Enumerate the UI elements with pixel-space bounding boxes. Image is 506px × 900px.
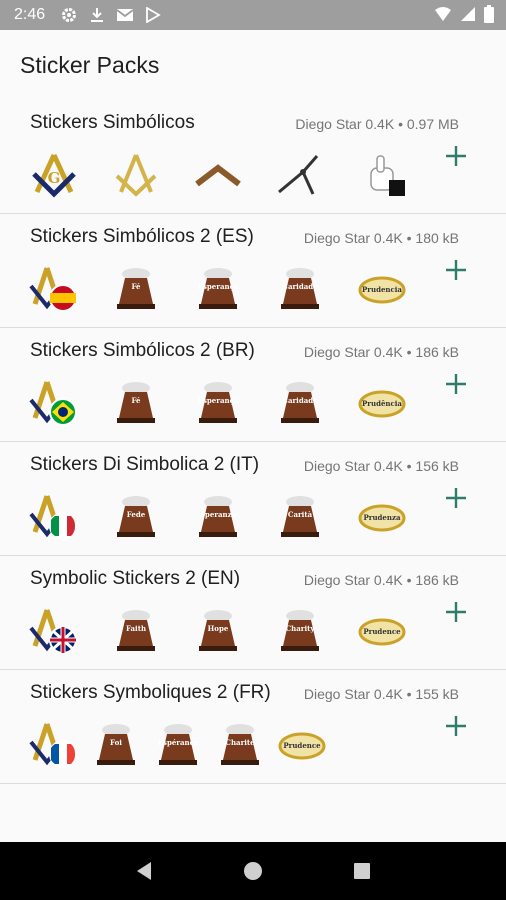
sticker-white-glove: [356, 150, 408, 200]
sticker-compass-flag-fr: [28, 720, 80, 770]
sticker-label: Foi: [110, 738, 122, 747]
mail-icon: [115, 5, 135, 25]
sticker-pedestal: Esperança: [192, 264, 244, 314]
sticker-label: Charity: [285, 624, 315, 633]
sticker-pedestal: Esperança: [192, 378, 244, 428]
sticker-compass-flag-it: [28, 492, 80, 542]
sticker-ring: Prudence: [276, 720, 328, 770]
gear-icon: [59, 5, 79, 25]
sticker-square-compass: [110, 150, 162, 200]
sticker-pack-list: Stickers Simbólicos Diego Star 0.4K • 0.…: [0, 100, 506, 784]
pack-meta: Diego Star 0.4K • 186 kB: [303, 572, 459, 588]
list-empty-space: [0, 784, 506, 842]
navigation-bar: [0, 842, 506, 900]
status-time: 2:46: [14, 6, 46, 23]
page-title: Sticker Packs: [20, 52, 160, 78]
sticker-pedestal: Fé: [110, 378, 162, 428]
sticker-pack-item[interactable]: Stickers Simbólicos 2 (ES) Diego Star 0.…: [0, 214, 506, 328]
sticker-label: Esperança: [197, 396, 239, 405]
download-icon: [87, 5, 107, 25]
add-pack-button[interactable]: [442, 484, 470, 512]
sticker-pedestal: Speranza: [192, 492, 244, 542]
pack-name: Symbolic Stickers 2 (EN): [30, 568, 241, 589]
sticker-pedestal: Caridade: [274, 378, 326, 428]
sticker-compass-flag-es: [28, 264, 80, 314]
sticker-label: Fede: [126, 510, 146, 519]
sticker-label: Prudência: [362, 399, 402, 408]
sticker-pedestal: Foi: [90, 720, 142, 770]
sticker-pack-item[interactable]: Stickers Simbólicos 2 (BR) Diego Star 0.…: [0, 328, 506, 442]
sticker-label: Prudence: [363, 627, 401, 636]
sticker-pedestal: Carità: [274, 492, 326, 542]
pack-meta: Diego Star 0.4K • 186 kB: [303, 344, 459, 360]
pack-meta: Diego Star 0.4K • 180 kB: [303, 230, 459, 246]
sticker-ring: Prudencia: [356, 264, 408, 314]
sticker-compass: [274, 150, 326, 200]
sticker-label: Prudencia: [362, 285, 402, 294]
pack-meta: Diego Star 0.4K • 156 kB: [303, 458, 459, 474]
sticker-label: Caridade: [282, 282, 318, 291]
battery-icon: [484, 5, 494, 28]
add-pack-button[interactable]: [442, 712, 470, 740]
pack-meta: Diego Star 0.4K • 0.97 MB: [295, 116, 459, 132]
sticker-ring: Prudência: [356, 378, 408, 428]
home-icon[interactable]: [238, 856, 268, 886]
pack-name: Stickers Simbólicos 2 (ES): [30, 226, 254, 247]
app-bar: Sticker Packs: [0, 30, 506, 100]
sticker-label: Caridade: [282, 396, 318, 405]
play-store-icon: [143, 5, 163, 25]
status-bar: 2:46: [0, 0, 506, 30]
sticker-pedestal: Caridade: [274, 264, 326, 314]
sticker-square: [192, 150, 244, 200]
sticker-pedestal: Fede: [110, 492, 162, 542]
sticker-pedestal: Charity: [274, 606, 326, 656]
sticker-label: Esperança: [197, 282, 239, 291]
sticker-label: Carità: [287, 510, 313, 519]
pack-name: Stickers Symboliques 2 (FR): [30, 682, 271, 703]
pack-meta: Diego Star 0.4K • 155 kB: [303, 686, 459, 702]
sticker-ring: Prudence: [356, 606, 408, 656]
sticker-label: Charité: [225, 738, 255, 747]
signal-icon: [460, 6, 476, 27]
sticker-square-compass-g: G: [28, 150, 80, 200]
sticker-label: Prudence: [283, 741, 321, 750]
pack-name: Stickers Di Simbolica 2 (IT): [30, 454, 260, 475]
sticker-pack-item[interactable]: Stickers Di Simbolica 2 (IT) Diego Star …: [0, 442, 506, 556]
sticker-label: Faith: [125, 624, 147, 633]
sticker-label: Hope: [207, 624, 229, 633]
add-pack-button[interactable]: [442, 370, 470, 398]
add-pack-button[interactable]: [442, 256, 470, 284]
back-icon[interactable]: [129, 856, 159, 886]
add-pack-button[interactable]: [442, 142, 470, 170]
sticker-label: Fé: [131, 282, 141, 291]
sticker-label: Speranza: [199, 510, 237, 519]
pack-name: Stickers Simbólicos: [30, 112, 195, 133]
sticker-compass-flag-br: [28, 378, 80, 428]
sticker-pedestal: Charité: [214, 720, 266, 770]
pack-name: Stickers Simbólicos 2 (BR): [30, 340, 255, 361]
sticker-label: Espérance: [157, 738, 199, 747]
svg-text:G: G: [48, 169, 61, 187]
sticker-pedestal: Espérance: [152, 720, 204, 770]
sticker-compass-flag-uk: [28, 606, 80, 656]
sticker-pedestal: Fé: [110, 264, 162, 314]
sticker-label: Prudenza: [363, 513, 401, 522]
sticker-pedestal: Faith: [110, 606, 162, 656]
sticker-ring: Prudenza: [356, 492, 408, 542]
wifi-icon: [434, 6, 452, 27]
sticker-label: Fé: [131, 396, 141, 405]
sticker-pack-item[interactable]: Symbolic Stickers 2 (EN) Diego Star 0.4K…: [0, 556, 506, 670]
sticker-pack-item[interactable]: Stickers Symboliques 2 (FR) Diego Star 0…: [0, 670, 506, 784]
sticker-pack-item[interactable]: Stickers Simbólicos Diego Star 0.4K • 0.…: [0, 100, 506, 214]
add-pack-button[interactable]: [442, 598, 470, 626]
sticker-pedestal: Hope: [192, 606, 244, 656]
recents-icon[interactable]: [347, 856, 377, 886]
